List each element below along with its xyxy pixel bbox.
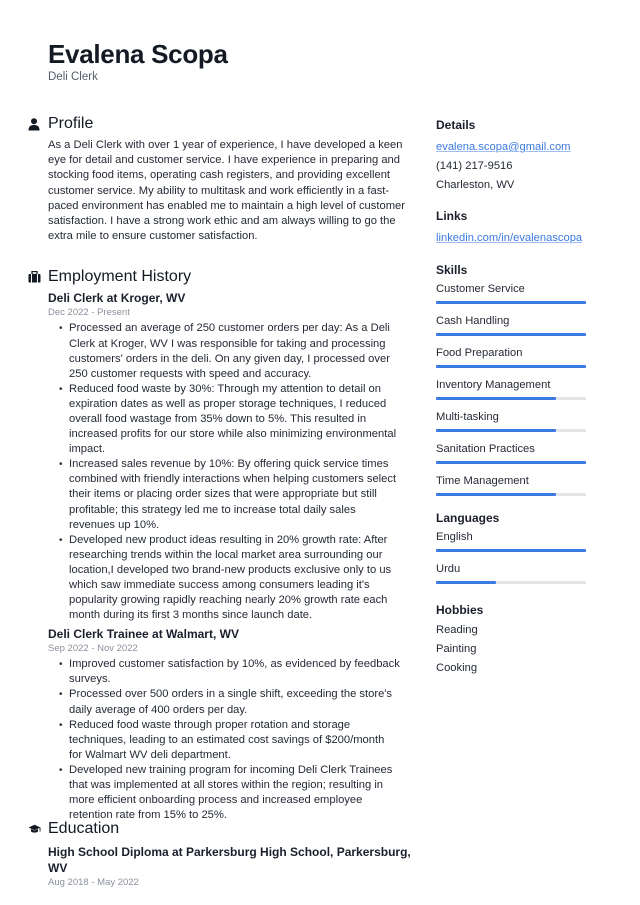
profile-section: Profile As a Deli Clerk with over 1 year… <box>28 114 408 244</box>
skill-level-bar <box>436 333 586 336</box>
skill-level-fill <box>436 333 586 336</box>
profile-heading: Profile <box>28 114 408 134</box>
skill-level-bar <box>436 429 586 432</box>
hobby-item: Reading <box>436 624 478 636</box>
job-entry: Deli Clerk at Kroger, WV Dec 2022 - Pres… <box>48 290 408 623</box>
skill-level-bar <box>436 493 586 496</box>
skills-title: Skills <box>436 263 468 277</box>
languages-list: English Urdu <box>436 526 586 584</box>
skill-item: Sanitation Practices <box>436 438 586 464</box>
links-title: Links <box>436 209 468 223</box>
skill-item: Customer Service <box>436 278 586 304</box>
job-bullet: Processed over 500 orders in a single sh… <box>59 687 400 717</box>
skill-name: Cash Handling <box>436 315 510 327</box>
job-bullet: Developed new product ideas resulting in… <box>59 533 400 624</box>
skill-item: Time Management <box>436 470 586 496</box>
sidebar: Details evalena.scopa@gmail.com (141) 21… <box>436 113 586 692</box>
job-heading: Deli Clerk at Kroger, WV <box>48 291 186 306</box>
language-item: Urdu <box>436 558 586 584</box>
skill-level-fill <box>436 461 586 464</box>
language-name: Urdu <box>436 563 461 575</box>
skill-name: Sanitation Practices <box>436 443 535 455</box>
language-level-fill <box>436 581 496 584</box>
skill-level-fill <box>436 493 556 496</box>
skill-level-bar <box>436 301 586 304</box>
language-level-bar <box>436 549 586 552</box>
skill-name: Multi-tasking <box>436 411 499 423</box>
linkedin-link[interactable]: linkedin.com/in/evalenascopa <box>436 232 582 244</box>
job-bullets: Processed an average of 250 customer ord… <box>59 321 408 624</box>
language-name: English <box>436 531 473 543</box>
graduation-cap-icon <box>28 824 48 834</box>
phone-number: (141) 217-9516 <box>436 160 513 172</box>
job-bullets: Improved customer satisfaction by 10%, a… <box>59 657 408 823</box>
profile-summary: As a Deli Clerk with over 1 year of expe… <box>48 139 405 243</box>
job-bullet: Processed an average of 250 customer ord… <box>59 321 400 381</box>
skill-item: Cash Handling <box>436 310 586 336</box>
job-bullet: Reduced food waste through proper rotati… <box>59 718 400 763</box>
hobby-item: Cooking <box>436 662 478 674</box>
skill-level-bar <box>436 397 586 400</box>
email-link[interactable]: evalena.scopa@gmail.com <box>436 141 571 153</box>
education-section: Education High School Diploma at Parkers… <box>28 819 428 889</box>
education-heading-text: High School Diploma at Parkersburg High … <box>48 845 411 875</box>
person-icon <box>28 117 48 131</box>
skill-item: Inventory Management <box>436 374 586 400</box>
languages-section: Languages English Urdu <box>436 510 586 584</box>
location: Charleston, WV <box>436 179 515 191</box>
languages-title: Languages <box>436 511 500 525</box>
skill-name: Customer Service <box>436 283 525 295</box>
skill-name: Food Preparation <box>436 347 523 359</box>
language-item: English <box>436 526 586 552</box>
candidate-job-title: Deli Clerk <box>48 71 98 83</box>
profile-title: Profile <box>48 115 94 132</box>
job-bullet: Increased sales revenue by 10%: By offer… <box>59 457 400 532</box>
employment-heading: Employment History <box>28 267 408 287</box>
employment-section: Employment History Deli Clerk at Kroger,… <box>28 267 408 823</box>
job-dates: Sep 2022 - Nov 2022 <box>48 643 138 655</box>
language-level-bar <box>436 581 586 584</box>
skills-list: Customer Service Cash Handling Food Prepar… <box>436 278 586 496</box>
skill-name: Inventory Management <box>436 379 551 391</box>
hobby-item: Painting <box>436 643 477 655</box>
hobbies-section: Hobbies Reading Painting Cooking <box>436 602 586 678</box>
job-bullet: Improved customer satisfaction by 10%, a… <box>59 657 400 687</box>
candidate-name: Evalena Scopa <box>48 39 228 69</box>
skill-level-bar <box>436 365 586 368</box>
employment-title: Employment History <box>48 268 192 286</box>
resume-header: Evalena Scopa Deli Clerk <box>48 38 228 84</box>
job-bullet: Developed new training program for incom… <box>59 763 400 823</box>
job-heading: Deli Clerk Trainee at Walmart, WV <box>48 627 239 642</box>
skill-level-fill <box>436 365 586 368</box>
job-dates: Dec 2022 - Present <box>48 307 130 319</box>
education-heading: Education <box>28 819 428 839</box>
skill-level-fill <box>436 301 586 304</box>
links-section: Links linkedin.com/in/evalenascopa <box>436 208 586 248</box>
job-bullet: Reduced food waste by 30%: Through my at… <box>59 382 400 457</box>
briefcase-icon <box>28 271 48 283</box>
skill-level-bar <box>436 461 586 464</box>
details-title: Details <box>436 118 476 132</box>
education-title: Education <box>48 820 120 837</box>
skill-item: Food Preparation <box>436 342 586 368</box>
main-column: Profile As a Deli Clerk with over 1 year… <box>28 114 408 823</box>
hobbies-title: Hobbies <box>436 603 484 617</box>
skill-level-fill <box>436 397 556 400</box>
skills-section: Skills Customer Service Cash Handling Food… <box>436 262 586 496</box>
skill-item: Multi-tasking <box>436 406 586 432</box>
language-level-fill <box>436 549 586 552</box>
details-section: Details evalena.scopa@gmail.com (141) 21… <box>436 117 586 195</box>
job-entry: Deli Clerk Trainee at Walmart, WV Sep 20… <box>48 626 408 823</box>
education-dates: Aug 2018 - May 2022 <box>48 877 139 888</box>
skill-level-fill <box>436 429 556 432</box>
skill-name: Time Management <box>436 475 529 487</box>
